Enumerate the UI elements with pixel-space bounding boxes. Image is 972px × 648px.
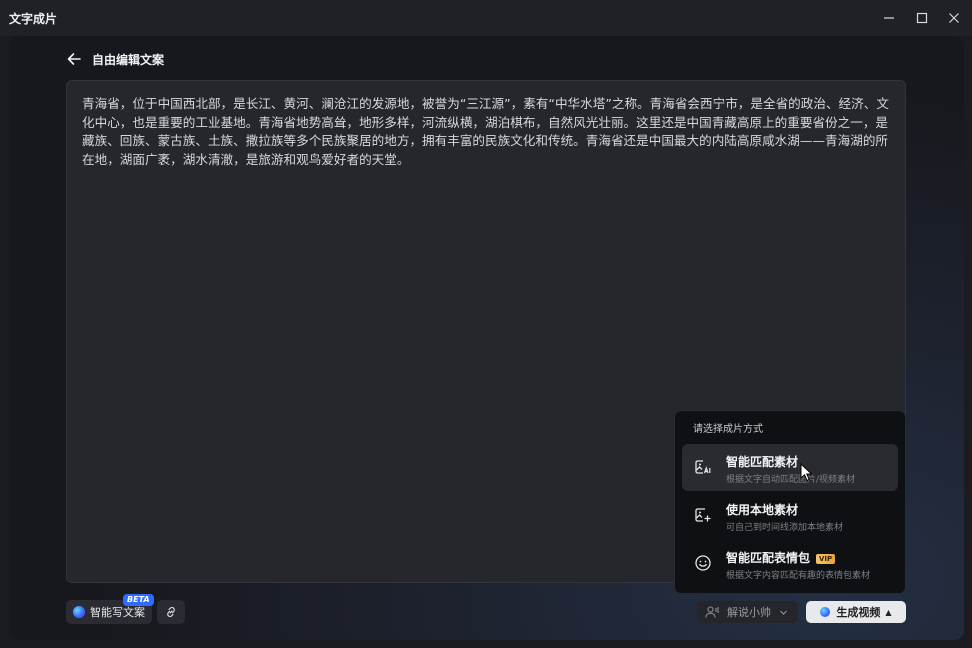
mouse-cursor-icon [800, 463, 813, 482]
ai-write-label: 智能写文案 [90, 606, 145, 619]
ai-orb-icon [820, 607, 831, 617]
close-button[interactable] [944, 8, 964, 28]
link-icon [167, 606, 175, 618]
vip-badge: VIP [816, 553, 836, 564]
minimize-button[interactable] [879, 8, 899, 28]
option-smart-match[interactable]: 智能匹配素材 根据文字自动匹配图片/视频素材 [682, 444, 898, 491]
narrator-label: 解说小帅 [727, 606, 771, 619]
caret-up-icon: ▲ [885, 607, 892, 617]
option-title: 智能匹配表情包 VIP [726, 549, 836, 566]
app-title: 文字成片 [9, 12, 58, 26]
option-smart-sticker[interactable]: 智能匹配表情包 VIP 根据文字内容匹配有趣的表情包素材 [682, 540, 898, 587]
ai-image-icon [695, 460, 711, 474]
smiley-icon [695, 555, 711, 571]
header: 自由编辑文案 [66, 50, 164, 68]
ai-orb-icon [73, 606, 85, 618]
generate-label: 生成视频 [836, 606, 881, 619]
chevron-down-icon [780, 610, 787, 615]
generate-video-button[interactable]: 生成视频 ▲ [806, 601, 906, 623]
back-arrow-icon[interactable] [66, 51, 82, 67]
option-title: 使用本地素材 [726, 503, 799, 517]
add-image-icon [695, 508, 711, 522]
option-title-text: 智能匹配表情包 [726, 551, 811, 565]
maximize-button[interactable] [912, 8, 932, 28]
option-desc: 根据文字内容匹配有趣的表情包素材 [726, 571, 871, 581]
page-title: 自由编辑文案 [92, 52, 165, 67]
link-button[interactable] [157, 600, 185, 624]
popup-header: 请选择成片方式 [693, 424, 763, 435]
narrator-select[interactable]: 解说小帅 [697, 601, 798, 623]
generation-mode-popup: 请选择成片方式 智能匹配素材 根据文字自动匹配图片/视频素材 使用本地素材 可自… [674, 410, 906, 594]
minimize-icon [884, 17, 894, 19]
option-desc: 可自己到时间线添加本地素材 [726, 523, 844, 533]
title-bar: 文字成片 [0, 0, 972, 36]
script-text[interactable]: 青海省，位于中国西北部，是长江、黄河、澜沧江的发源地，被誉为“三江源”，素有“中… [82, 95, 890, 169]
option-desc: 根据文字自动匹配图片/视频素材 [726, 475, 856, 485]
close-icon [949, 13, 959, 23]
narrator-voice-icon [705, 606, 719, 618]
maximize-icon [916, 12, 928, 24]
option-title: 智能匹配素材 [726, 455, 799, 469]
beta-badge: BETA [123, 594, 154, 606]
option-local-material[interactable]: 使用本地素材 可自己到时间线添加本地素材 [682, 492, 898, 539]
